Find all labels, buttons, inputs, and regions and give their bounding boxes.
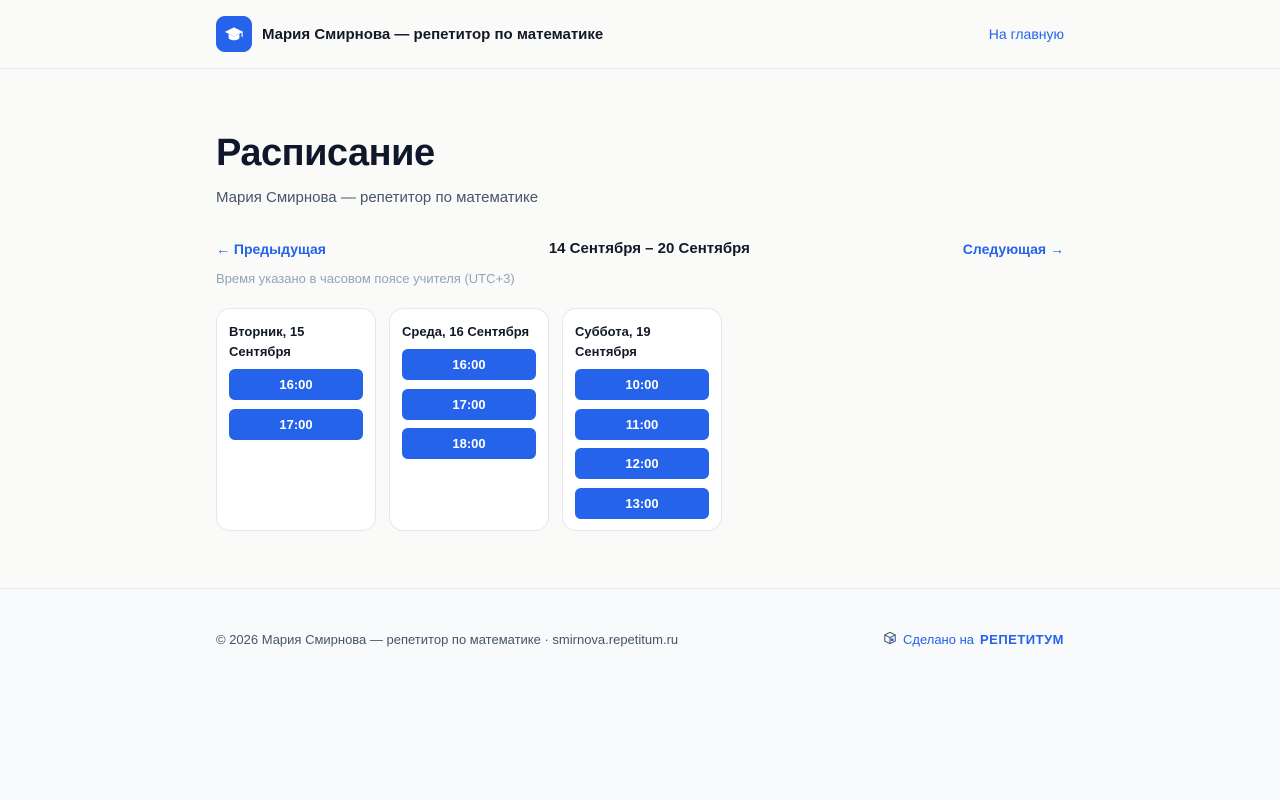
time-slot-button[interactable]: 11:00: [575, 408, 709, 440]
time-slot-button[interactable]: 10:00: [575, 369, 709, 400]
page-title: Расписание: [216, 132, 435, 174]
week-range: 14 Сентября – 20 Сентября: [548, 239, 750, 257]
cube-icon: [883, 631, 897, 648]
header-inner: Мария Смирнова — репетитор по математике…: [216, 0, 1064, 68]
main-content: Расписание Мария Смирнова — репетитор по…: [216, 69, 1064, 588]
previous-week-link[interactable]: ← Предыдущая: [216, 241, 326, 257]
graduation-cap-icon: [216, 16, 252, 52]
site-footer: © 2026 Мария Смирнова — репетитор по мат…: [0, 588, 1280, 800]
copyright: © 2026 Мария Смирнова — репетитор по мат…: [216, 632, 679, 647]
day-card: Вторник, 15 Сентября 16:00 17:00: [216, 308, 376, 531]
time-slot-button[interactable]: 17:00: [229, 408, 363, 440]
day-label: Суббота, 19 Сентября: [575, 324, 651, 359]
time-slot-button[interactable]: 18:00: [402, 428, 536, 459]
brand-name: Мария Смирнова — репетитор по математике: [262, 25, 604, 43]
home-link[interactable]: На главную: [989, 26, 1064, 42]
time-slot-button[interactable]: 17:00: [402, 388, 536, 420]
made-on-brand: РЕПЕТИТУМ: [980, 632, 1064, 647]
time-slot-button[interactable]: 13:00: [575, 487, 709, 519]
timezone-note: Время указано в часовом поясе учителя (U…: [216, 271, 515, 286]
next-week-link[interactable]: Следующая →: [963, 241, 1064, 257]
site-header: Мария Смирнова — репетитор по математике…: [0, 0, 1280, 69]
brand[interactable]: Мария Смирнова — репетитор по математике: [216, 16, 603, 52]
time-slot-button[interactable]: 16:00: [402, 349, 536, 380]
day-card: Суббота, 19 Сентября 10:00 11:00 12:00 1…: [562, 308, 722, 531]
week-navigation: ← Предыдущая 14 Сентября – 20 Сентября С…: [216, 240, 1064, 258]
made-on-prefix: Сделано на: [902, 632, 974, 647]
day-label: Вторник, 15 Сентября: [229, 324, 305, 359]
days-grid: Вторник, 15 Сентября 16:00 17:00 Среда, …: [216, 308, 1064, 531]
page-subtitle: Мария Смирнова — репетитор по математике: [216, 189, 539, 206]
time-slot-button[interactable]: 16:00: [229, 369, 363, 400]
day-card: Среда, 16 Сентября 16:00 17:00 18:00: [389, 308, 549, 531]
day-label: Среда, 16 Сентября: [402, 324, 530, 339]
footer-inner: © 2026 Мария Смирнова — репетитор по мат…: [216, 589, 1064, 648]
time-slot-button[interactable]: 12:00: [575, 448, 709, 479]
made-on-link[interactable]: Сделано на РЕПЕТИТУМ: [883, 631, 1064, 648]
